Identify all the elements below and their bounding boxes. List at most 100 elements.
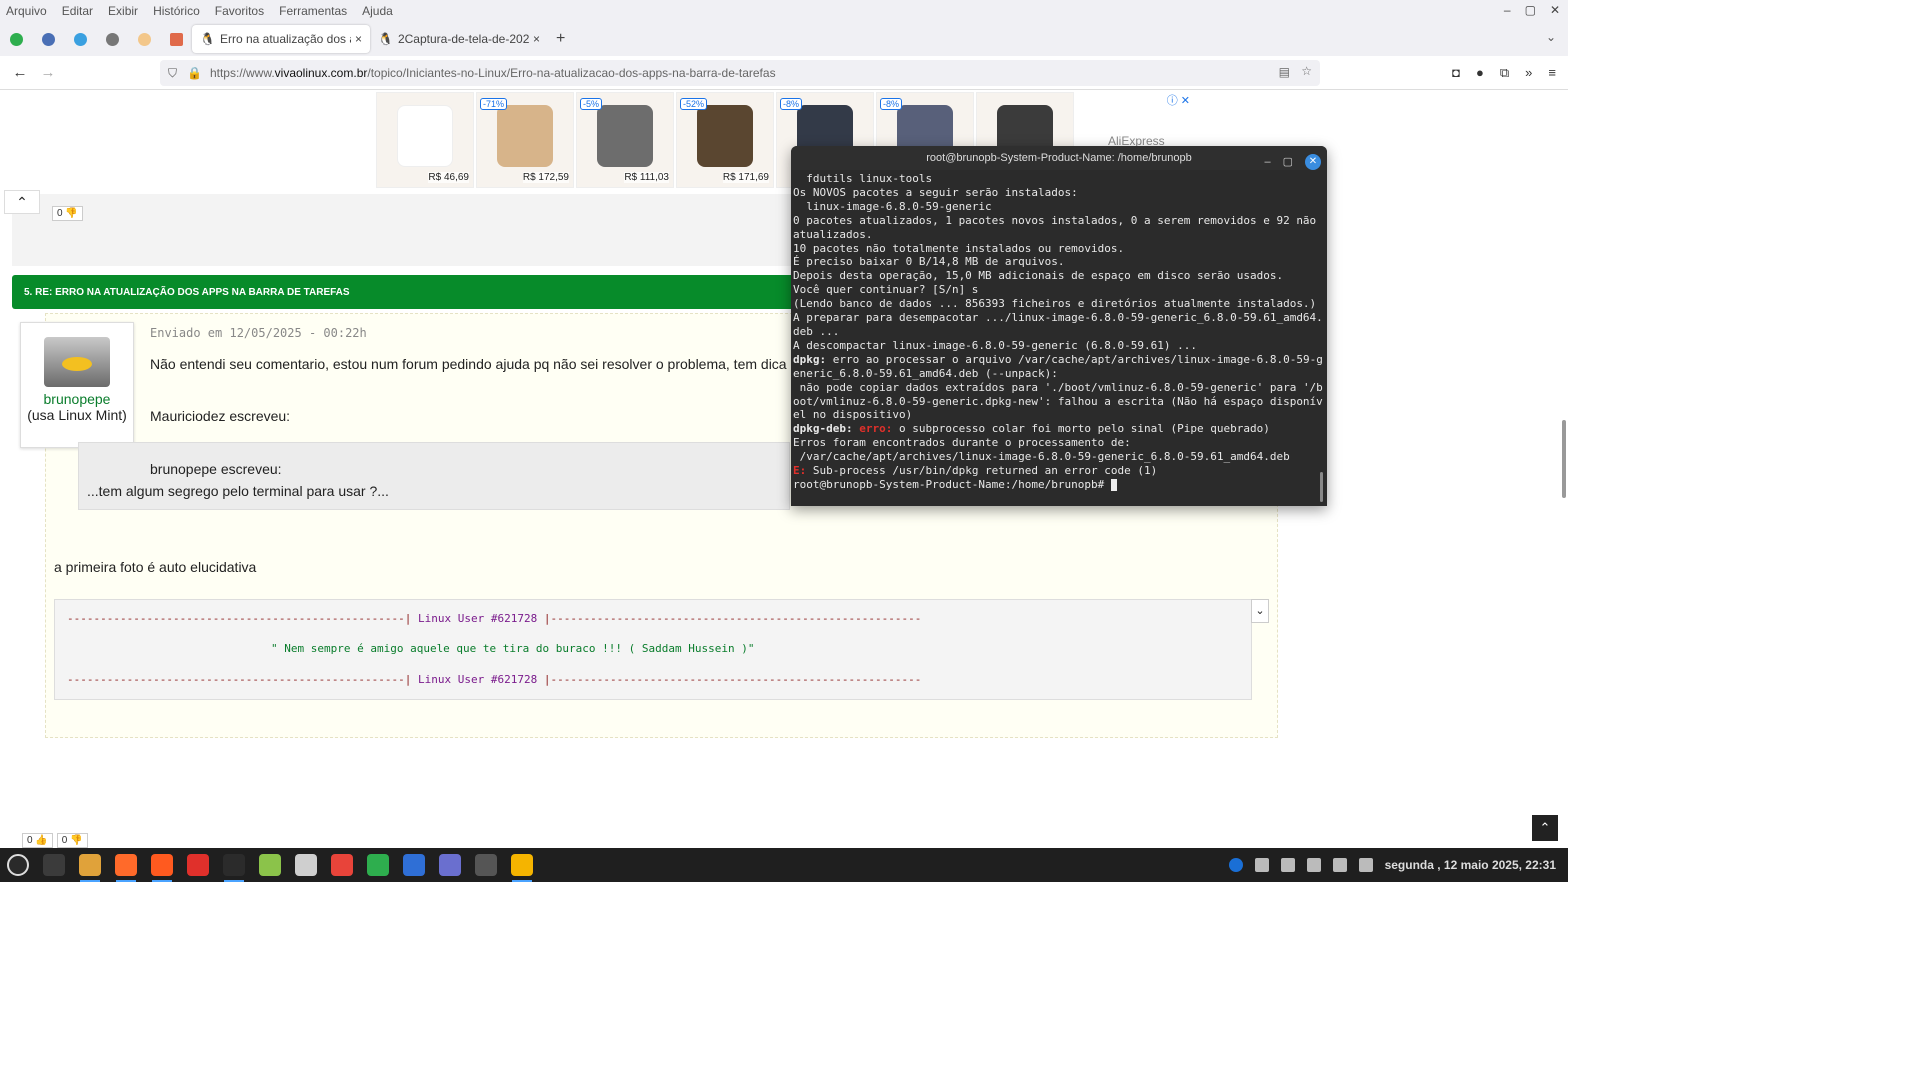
tab-screenshot[interactable]: 🐧 2Captura-de-tela-de-2025-0 × [370,25,548,53]
terminal-prompt[interactable]: root@brunopb-System-Product-Name:/home/b… [793,478,1325,492]
taskbar-app-icon[interactable] [396,848,432,882]
minimize-icon[interactable]: – [1504,3,1511,17]
terminal-close-icon[interactable]: ✕ [1305,154,1321,170]
start-menu-button[interactable] [0,848,36,882]
taskbar: segunda , 12 maio 2025, 22:31 [0,848,1568,882]
ad-item[interactable]: -5% R$ 111,03 [576,92,674,188]
taskbar-app-icon[interactable] [144,848,180,882]
hamburger-menu-icon[interactable]: ≡ [1548,65,1556,81]
terminal-title: root@brunopb-System-Product-Name: /home/… [926,152,1192,164]
terminal-line: fdutils linux-tools [793,172,1325,186]
taskbar-app-icon[interactable] [504,848,540,882]
taskbar-app-icon[interactable] [36,848,72,882]
terminal-window[interactable]: root@brunopb-System-Product-Name: /home/… [791,146,1327,506]
maximize-icon[interactable]: ▢ [1525,3,1536,17]
ad-item[interactable]: -71% R$ 172,59 [476,92,574,188]
back-arrow-icon[interactable]: ← [6,64,34,81]
terminal-line: dpkg: erro ao processar o arquivo /var/c… [793,353,1325,381]
dislike-button[interactable]: 0 👎 [56,833,88,848]
forward-arrow-icon[interactable]: → [34,64,62,81]
reader-view-icon[interactable]: ▤ [1279,65,1290,79]
ad-discount-badge: -5% [580,98,603,110]
tab-close-icon[interactable]: × [533,32,540,46]
url-bar[interactable]: ⛉ 🔒 https://www. vivaolinux.com.br/topico… [160,60,1320,86]
close-icon[interactable]: ✕ [1550,3,1560,17]
signature-dashes: |---------------------------------------… [543,673,922,686]
shield-tray-icon[interactable] [1254,858,1269,872]
bookmark-star-icon[interactable]: ☆ [1301,64,1312,78]
menu-ajuda[interactable]: Ajuda [362,4,393,18]
tab-close-icon[interactable]: × [355,32,362,46]
menu-favoritos[interactable]: Favoritos [215,4,264,18]
author-card[interactable]: brunopepe (usa Linux Mint) [20,322,134,448]
terminal-titlebar[interactable]: root@brunopb-System-Product-Name: /home/… [791,146,1327,170]
tab-list-chevron-icon[interactable]: ⌄ [1546,30,1556,44]
volume-icon[interactable] [1358,858,1373,872]
ad-close-icon[interactable]: ⓘ ✕ [1167,92,1190,108]
penguin-icon: 🐧 [200,32,215,46]
dislike-count: 0 [57,208,63,219]
hp-icon[interactable] [1228,858,1243,872]
taskbar-app-icon[interactable] [108,848,144,882]
terminal-line: É preciso baixar 0 B/14,8 MB de arquivos… [793,255,1325,269]
signature-dashes: ----------------------------------------… [67,673,412,686]
taskbar-app-icon[interactable] [252,848,288,882]
ad-item[interactable]: -52% R$ 171,69 [676,92,774,188]
terminal-scrollbar[interactable] [1320,472,1323,502]
terminal-minimize-icon[interactable]: – [1264,150,1270,174]
new-tab-button[interactable]: + [548,25,573,53]
terminal-text: não pode copiar dados extraídos para './… [793,380,1323,422]
terminal-line: dpkg-deb: erro: o subprocesso colar foi … [793,422,1325,436]
signature: ----------------------------------------… [54,599,1252,700]
menu-historico[interactable]: Histórico [153,4,200,18]
printer-icon[interactable] [1280,858,1295,872]
taskbar-app-icon[interactable] [72,848,108,882]
like-button[interactable]: 0 👍 [22,833,53,848]
menu-editar[interactable]: Editar [62,4,93,18]
expand-chevron-icon[interactable]: ⌄ [1251,599,1269,623]
taskbar-app-icon[interactable] [468,848,504,882]
menu-ferramentas[interactable]: Ferramentas [279,4,347,18]
terminal-line: A descompactar linux-image-6.8.0-59-gene… [793,339,1325,353]
page-scrollbar[interactable] [1562,420,1566,498]
taskbar-app-icon[interactable] [180,848,216,882]
terminal-maximize-icon[interactable]: ▢ [1283,150,1293,174]
menu-exibir[interactable]: Exibir [108,4,138,18]
terminal-text: (Lendo banco de dados ... 856393 ficheir… [793,297,1317,311]
terminal-output[interactable]: fdutils linux-tools Os NOVOS pacotes a se… [791,170,1327,494]
author-name[interactable]: brunopepe [21,391,133,407]
dislike-button[interactable]: 0 👎 [52,206,83,221]
pinned-tab-4[interactable] [96,25,128,53]
terminal-line: linux-image-6.8.0-59-generic [793,200,1325,214]
pinned-tab-2[interactable] [32,25,64,53]
collapse-up-chevron-icon[interactable]: ⌃ [4,190,40,214]
terminal-prefix: dpkg-deb: [793,422,853,436]
pocket-icon[interactable]: ◘ [1452,65,1460,81]
page-content: R$ 46,69 -71% R$ 172,59 -5% R$ 111,03 -52%… [0,90,1568,848]
terminal-error-tag: erro: [852,422,893,436]
taskbar-app-icon[interactable] [360,848,396,882]
pinned-tab-5[interactable] [128,25,160,53]
pinned-tab-1[interactable] [0,25,32,53]
account-icon[interactable]: ● [1476,65,1484,81]
signature-line: ----------------------------------------… [67,673,921,686]
extensions-icon[interactable]: ⧉ [1500,65,1509,81]
terminal-line: E: Sub-process /usr/bin/dpkg returned an… [793,464,1325,478]
clipboard-icon[interactable] [1306,858,1321,872]
ad-item[interactable]: R$ 46,69 [376,92,474,188]
overflow-chevron-icon[interactable]: » [1525,65,1532,81]
taskbar-app-icon[interactable] [216,848,252,882]
taskbar-app-icon[interactable] [288,848,324,882]
tab-forum[interactable]: 🐧 Erro na atualização dos apps × [192,25,370,53]
scroll-to-top-button[interactable]: ⌃ [1532,815,1558,841]
dislike-count: 0 [61,835,68,846]
avatar [44,337,110,387]
taskbar-app-icon[interactable] [324,848,360,882]
network-icon[interactable] [1332,858,1347,872]
pinned-tab-3[interactable] [64,25,96,53]
terminal-text: A descompactar linux-image-6.8.0-59-gene… [793,338,1197,352]
pinned-tab-6[interactable] [160,25,192,53]
taskbar-app-icon[interactable] [432,848,468,882]
clock[interactable]: segunda , 12 maio 2025, 22:31 [1385,858,1556,872]
menu-arquivo[interactable]: Arquivo [6,4,47,18]
